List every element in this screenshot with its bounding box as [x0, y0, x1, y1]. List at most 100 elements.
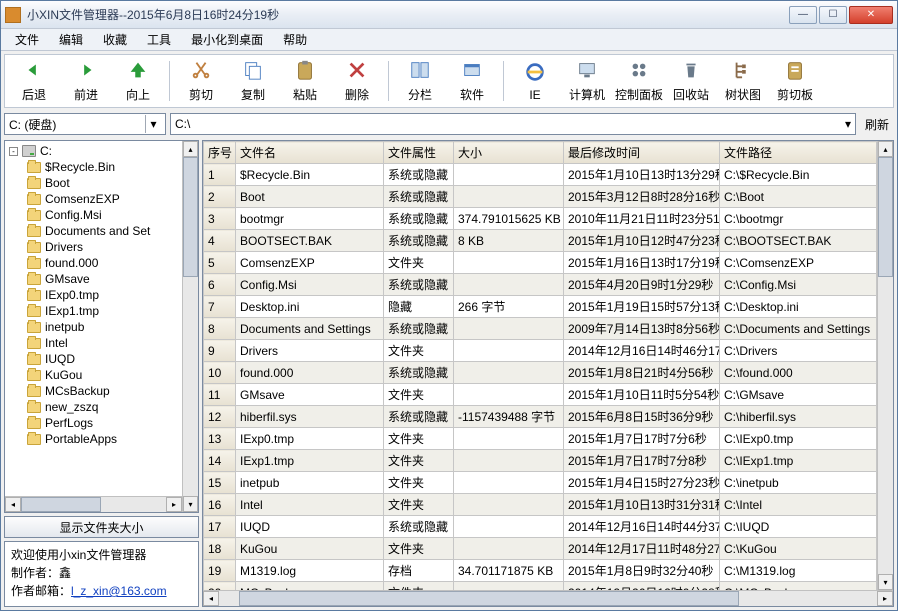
collapse-icon[interactable]: -: [9, 147, 18, 156]
scroll-thumb[interactable]: [239, 591, 739, 606]
scroll-left-icon[interactable]: ◂: [5, 497, 21, 512]
copy-button[interactable]: 复制: [228, 57, 278, 105]
scroll-thumb[interactable]: [183, 157, 198, 277]
cell-name: GMsave: [236, 384, 384, 406]
drive-select[interactable]: C: (硬盘) ▾: [4, 113, 166, 135]
col-name[interactable]: 文件名: [236, 142, 384, 164]
tree-item[interactable]: IExp1.tmp: [25, 303, 180, 319]
menu-1[interactable]: 编辑: [51, 29, 91, 50]
email-link[interactable]: l_z_xin@163.com: [71, 584, 167, 598]
split-button[interactable]: 分栏: [395, 57, 445, 105]
file-grid[interactable]: 序号 文件名 文件属性 大小 最后修改时间 文件路径 1 $Recycle.Bi…: [203, 141, 877, 590]
tree-vscroll[interactable]: ▴ ▾: [182, 141, 198, 512]
tree-item[interactable]: inetpub: [25, 319, 180, 335]
tree-item[interactable]: Config.Msi: [25, 207, 180, 223]
table-row[interactable]: 15 inetpub 文件夹 2015年1月4日15时27分23秒 C:\ine…: [204, 472, 877, 494]
back-button[interactable]: 后退: [9, 57, 59, 105]
table-row[interactable]: 4 BOOTSECT.BAK 系统或隐藏 8 KB 2015年1月10日12时4…: [204, 230, 877, 252]
paste-button[interactable]: 粘贴: [280, 57, 330, 105]
table-row[interactable]: 5 ComsenzEXP 文件夹 2015年1月16日13时17分19秒 C:\…: [204, 252, 877, 274]
tree-item[interactable]: GMsave: [25, 271, 180, 287]
scroll-down-icon[interactable]: ▾: [878, 574, 893, 590]
tree-item[interactable]: MCsBackup: [25, 383, 180, 399]
table-row[interactable]: 13 IExp0.tmp 文件夹 2015年1月7日17时7分6秒 C:\IEx…: [204, 428, 877, 450]
scroll-right-icon[interactable]: ▸: [166, 497, 182, 512]
col-attr[interactable]: 文件属性: [384, 142, 454, 164]
ie-button[interactable]: IE: [510, 57, 560, 105]
table-row[interactable]: 17 IUQD 系统或隐藏 2014年12月16日14时44分37秒 C:\IU…: [204, 516, 877, 538]
tree-item[interactable]: PerfLogs: [25, 415, 180, 431]
up-button[interactable]: 向上: [113, 57, 163, 105]
table-row[interactable]: 9 Drivers 文件夹 2014年12月16日14时46分17秒 C:\Dr…: [204, 340, 877, 362]
menu-5[interactable]: 帮助: [275, 29, 315, 50]
table-row[interactable]: 2 Boot 系统或隐藏 2015年3月12日8时28分16秒 C:\Boot: [204, 186, 877, 208]
table-row[interactable]: 3 bootmgr 系统或隐藏 374.791015625 KB 2010年11…: [204, 208, 877, 230]
table-row[interactable]: 20 MCsBackup 文件夹 2014年12月26日12时0分28秒 C:\…: [204, 582, 877, 591]
table-row[interactable]: 12 hiberfil.sys 系统或隐藏 -1157439488 字节 201…: [204, 406, 877, 428]
col-num[interactable]: 序号: [204, 142, 236, 164]
tree-item[interactable]: Boot: [25, 175, 180, 191]
refresh-button[interactable]: 刷新: [860, 116, 894, 133]
software-label: 软件: [460, 86, 484, 103]
scroll-up-icon[interactable]: ▴: [878, 141, 893, 157]
minimize-button[interactable]: —: [789, 6, 817, 24]
scroll-up-icon[interactable]: ▴: [183, 141, 198, 157]
clipboard-button[interactable]: 剪切板: [770, 57, 820, 105]
split-icon: [409, 59, 431, 84]
recycle-button[interactable]: 回收站: [666, 57, 716, 105]
tree-item[interactable]: $Recycle.Bin: [25, 159, 180, 175]
software-button[interactable]: 软件: [447, 57, 497, 105]
computer-button[interactable]: 计算机: [562, 57, 612, 105]
col-date[interactable]: 最后修改时间: [564, 142, 720, 164]
delete-button[interactable]: 删除: [332, 57, 382, 105]
forward-button[interactable]: 前进: [61, 57, 111, 105]
tree-item[interactable]: Drivers: [25, 239, 180, 255]
tree-item[interactable]: IExp0.tmp: [25, 287, 180, 303]
path-input[interactable]: C:\ ▾: [170, 113, 856, 135]
table-row[interactable]: 8 Documents and Settings 系统或隐藏 2009年7月14…: [204, 318, 877, 340]
table-row[interactable]: 11 GMsave 文件夹 2015年1月10日11时5分54秒 C:\GMsa…: [204, 384, 877, 406]
scroll-thumb[interactable]: [21, 497, 101, 512]
tree-item[interactable]: ComsenzEXP: [25, 191, 180, 207]
cell-size: [454, 318, 564, 340]
close-button[interactable]: ✕: [849, 6, 893, 24]
col-path[interactable]: 文件路径: [720, 142, 877, 164]
table-row[interactable]: 6 Config.Msi 系统或隐藏 2015年4月20日9时1分29秒 C:\…: [204, 274, 877, 296]
menu-3[interactable]: 工具: [139, 29, 179, 50]
col-size[interactable]: 大小: [454, 142, 564, 164]
paste-icon: [294, 59, 316, 84]
table-row[interactable]: 18 KuGou 文件夹 2014年12月17日11时48分27秒 C:\KuG…: [204, 538, 877, 560]
tree-item[interactable]: Intel: [25, 335, 180, 351]
scroll-down-icon[interactable]: ▾: [183, 496, 198, 512]
grid-vscroll[interactable]: ▴ ▾: [877, 141, 893, 590]
tree-item[interactable]: PortableApps: [25, 431, 180, 447]
show-folder-size-button[interactable]: 显示文件夹大小: [4, 516, 199, 538]
table-row[interactable]: 19 M1319.log 存档 34.701171875 KB 2015年1月8…: [204, 560, 877, 582]
cell-num: 10: [204, 362, 236, 384]
scroll-thumb[interactable]: [878, 157, 893, 277]
scroll-right-icon[interactable]: ▸: [877, 591, 893, 606]
tree-item[interactable]: found.000: [25, 255, 180, 271]
table-row[interactable]: 10 found.000 系统或隐藏 2015年1月8日21时4分56秒 C:\…: [204, 362, 877, 384]
menu-2[interactable]: 收藏: [95, 29, 135, 50]
table-row[interactable]: 14 IExp1.tmp 文件夹 2015年1月7日17时7分8秒 C:\IEx…: [204, 450, 877, 472]
cell-num: 15: [204, 472, 236, 494]
control-button[interactable]: 控制面板: [614, 57, 664, 105]
tree-item[interactable]: IUQD: [25, 351, 180, 367]
tree-hscroll[interactable]: ◂ ▸: [5, 496, 182, 512]
maximize-button[interactable]: ☐: [819, 6, 847, 24]
treeview-button[interactable]: 树状图: [718, 57, 768, 105]
table-row[interactable]: 1 $Recycle.Bin 系统或隐藏 2015年1月10日13时13分29秒…: [204, 164, 877, 186]
table-row[interactable]: 7 Desktop.ini 隐藏 266 字节 2015年1月19日15时57分…: [204, 296, 877, 318]
tree-item[interactable]: new_zszq: [25, 399, 180, 415]
cell-attr: 文件夹: [384, 384, 454, 406]
cut-button[interactable]: 剪切: [176, 57, 226, 105]
tree-root[interactable]: - C:: [7, 143, 180, 159]
scroll-left-icon[interactable]: ◂: [203, 591, 219, 606]
menu-4[interactable]: 最小化到桌面: [183, 29, 271, 50]
tree-item[interactable]: KuGou: [25, 367, 180, 383]
grid-hscroll[interactable]: ◂ ▸: [203, 590, 893, 606]
menu-0[interactable]: 文件: [7, 29, 47, 50]
table-row[interactable]: 16 Intel 文件夹 2015年1月10日13时31分31秒 C:\Inte…: [204, 494, 877, 516]
tree-item[interactable]: Documents and Set: [25, 223, 180, 239]
